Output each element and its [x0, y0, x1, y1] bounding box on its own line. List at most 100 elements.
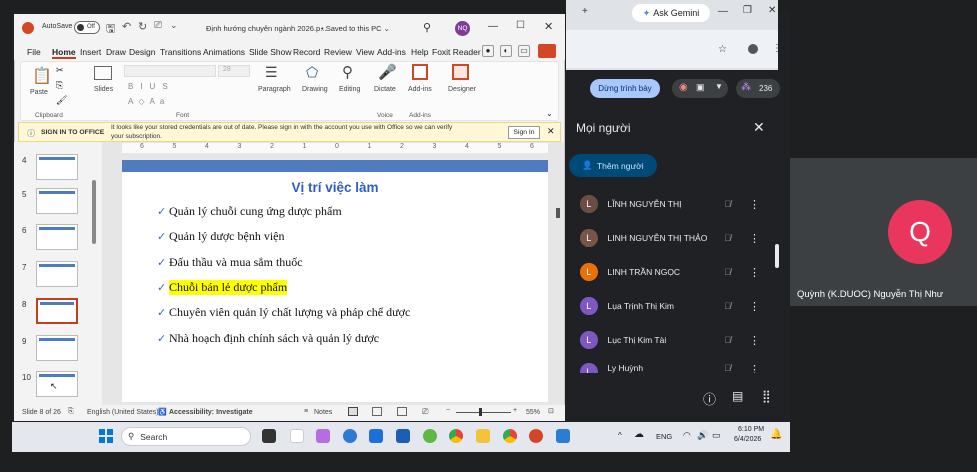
participant-row[interactable]: L LINH TRẦN NGỌC 🎙̸ ⋮: [580, 261, 760, 283]
mail-icon[interactable]: [369, 429, 383, 443]
font-color-icons[interactable]: A◇Aa: [128, 97, 169, 106]
task-view-icon[interactable]: [262, 429, 276, 443]
minimize-icon[interactable]: —: [718, 6, 728, 17]
close-infobar-icon[interactable]: ✕: [547, 126, 555, 137]
edge-icon[interactable]: [343, 429, 357, 443]
volume-icon[interactable]: 🔊: [697, 430, 708, 441]
slideshow-icon[interactable]: ⎚: [422, 407, 428, 417]
normal-view-icon[interactable]: [348, 407, 358, 416]
slide-thumbnail[interactable]: [36, 188, 78, 214]
collapse-ribbon-icon[interactable]: ⌄: [546, 109, 553, 118]
zoom-in-icon[interactable]: +: [513, 407, 517, 414]
slide-title[interactable]: Vị trí việc làm: [122, 180, 548, 195]
drawing-icon[interactable]: ⬠: [306, 64, 318, 81]
participant-row[interactable]: L LINH NGUYỄN THỊ THẢO 🎙̸ ⋮: [580, 227, 760, 249]
restore-icon[interactable]: ❐: [743, 5, 752, 16]
slide-bullet[interactable]: ✓ Đấu thầu và mua sắm thuốc: [157, 255, 303, 270]
tab-record[interactable]: Record: [293, 47, 320, 57]
dictate-icon[interactable]: 🎤: [378, 63, 397, 81]
minimize-icon[interactable]: —: [488, 21, 498, 32]
tab-transitions[interactable]: Transitions: [160, 47, 201, 57]
more-options-icon[interactable]: ⋮: [749, 334, 760, 347]
browser-address-bar[interactable]: [566, 30, 778, 68]
more-options-icon[interactable]: ⋮: [749, 266, 760, 279]
chrome-profile-icon[interactable]: [503, 429, 517, 443]
stop-presenting-button[interactable]: Dừng trình bày: [590, 79, 660, 98]
font-format-icons[interactable]: BIUS: [128, 82, 175, 91]
addins-icon[interactable]: [412, 64, 428, 80]
close-icon[interactable]: ✕: [544, 20, 553, 33]
slide-thumbnail[interactable]: [36, 154, 78, 180]
tab-foxit-reader[interactable]: Foxit Reader: [432, 47, 481, 57]
new-tab-icon[interactable]: +: [582, 6, 588, 17]
chrome-icon[interactable]: [449, 429, 463, 443]
more-options-icon[interactable]: ⋮: [749, 300, 760, 313]
font-name-box[interactable]: [124, 65, 216, 77]
more-options-icon[interactable]: ⋮: [749, 232, 760, 245]
info-icon[interactable]: ⓘ: [703, 389, 716, 408]
slide-bullet[interactable]: ✓ Chuyên viên quản lý chất lượng và pháp …: [157, 305, 410, 320]
slide-bullet[interactable]: ✓ Quản lý dược bệnh viện: [157, 229, 285, 244]
participants-count-button[interactable]: ⁂ 236: [736, 79, 780, 98]
camera-icon[interactable]: ◐: [500, 45, 512, 57]
accessibility-status[interactable]: Accessibility: Investigate: [169, 409, 253, 416]
slide-bullet[interactable]: ✓ Nhà hoạch định chính sách và quản lý dư…: [157, 331, 379, 346]
slides-icon[interactable]: [94, 66, 112, 80]
zoom-out-icon[interactable]: −: [446, 407, 450, 414]
designer-icon[interactable]: [452, 64, 469, 80]
font-size-box[interactable]: 28: [218, 65, 250, 77]
fit-slide-icon[interactable]: ⊡: [548, 407, 554, 415]
apps-grid-icon[interactable]: ⣿: [762, 389, 771, 403]
undo-icon[interactable]: ↶: [122, 20, 131, 33]
reading-view-icon[interactable]: [397, 407, 407, 416]
cloud-icon[interactable]: ☁: [634, 429, 644, 440]
cut-icon[interactable]: ✂: [56, 65, 64, 76]
language-label[interactable]: English (United States): [87, 409, 159, 416]
app-icon[interactable]: [423, 429, 437, 443]
spellcheck-icon[interactable]: ⎘: [68, 408, 74, 416]
file-explorer-icon[interactable]: [476, 429, 490, 443]
slide-bullet[interactable]: ✓ Quản lý chuỗi cung ứng dược phẩm: [157, 204, 342, 219]
clock-date[interactable]: 6/4/2026: [734, 436, 761, 443]
slide-sorter-icon[interactable]: [372, 407, 382, 416]
participant-row[interactable]: L Ly Huỳnh 🎙̸ ⋮: [580, 363, 760, 373]
editing-icon[interactable]: ⚲: [342, 63, 353, 81]
participant-row[interactable]: L LĨNH NGUYỄN THỊ 🎙̸ ⋮: [580, 193, 760, 215]
slide-scrollbar[interactable]: [556, 208, 560, 218]
close-icon[interactable]: ✕: [768, 5, 776, 16]
user-avatar[interactable]: NQ: [455, 21, 470, 36]
share-button[interactable]: [538, 44, 556, 58]
store-icon[interactable]: [396, 429, 410, 443]
zoom-slider[interactable]: [456, 412, 511, 413]
zoom-slider-thumb[interactable]: [479, 408, 482, 416]
ask-gemini-button[interactable]: ✦ Ask Gemini: [632, 4, 710, 22]
wifi-icon[interactable]: ◠: [683, 430, 691, 441]
participant-row[interactable]: L Lục Thị Kim Tài 🎙̸ ⋮: [580, 329, 760, 351]
zoom-level[interactable]: 55%: [526, 409, 540, 416]
profile-icon[interactable]: [748, 44, 758, 54]
tab-review[interactable]: Review: [324, 47, 352, 57]
slide-bullet[interactable]: ✓ Chuỗi bán lẻ dược phẩm: [157, 279, 288, 295]
widgets-icon[interactable]: [290, 429, 304, 443]
tab-help[interactable]: Help: [411, 47, 428, 57]
tab-slide-show[interactable]: Slide Show: [249, 47, 292, 57]
redo-icon[interactable]: ↻: [138, 20, 147, 33]
powerpoint-taskbar-icon[interactable]: [529, 429, 543, 443]
maximize-icon[interactable]: ☐: [516, 20, 525, 31]
chat-icon[interactable]: ▤: [732, 389, 743, 403]
word-icon[interactable]: [556, 429, 570, 443]
notes-button[interactable]: Notes: [314, 409, 332, 416]
battery-icon[interactable]: ▭: [712, 430, 721, 441]
slide-thumbnail[interactable]: [36, 298, 78, 324]
clock-time[interactable]: 6:10 PM: [738, 426, 764, 433]
tab-add-ins[interactable]: Add-ins: [377, 47, 406, 57]
input-language[interactable]: ENG: [656, 432, 672, 441]
more-options-icon[interactable]: ⋮: [749, 363, 760, 373]
thumbnail-scrollbar[interactable]: [92, 180, 96, 244]
record-controls[interactable]: ◉ ▣ ▼: [672, 79, 728, 98]
tab-home[interactable]: Home: [52, 47, 76, 59]
slide-thumbnail[interactable]: [36, 335, 78, 361]
participant-row[interactable]: L Lụa Trịnh Thị Kim 🎙̸ ⋮: [580, 295, 760, 317]
taskbar-search[interactable]: ⚲ Search: [121, 427, 251, 446]
bookmark-star-icon[interactable]: ☆: [718, 44, 727, 55]
